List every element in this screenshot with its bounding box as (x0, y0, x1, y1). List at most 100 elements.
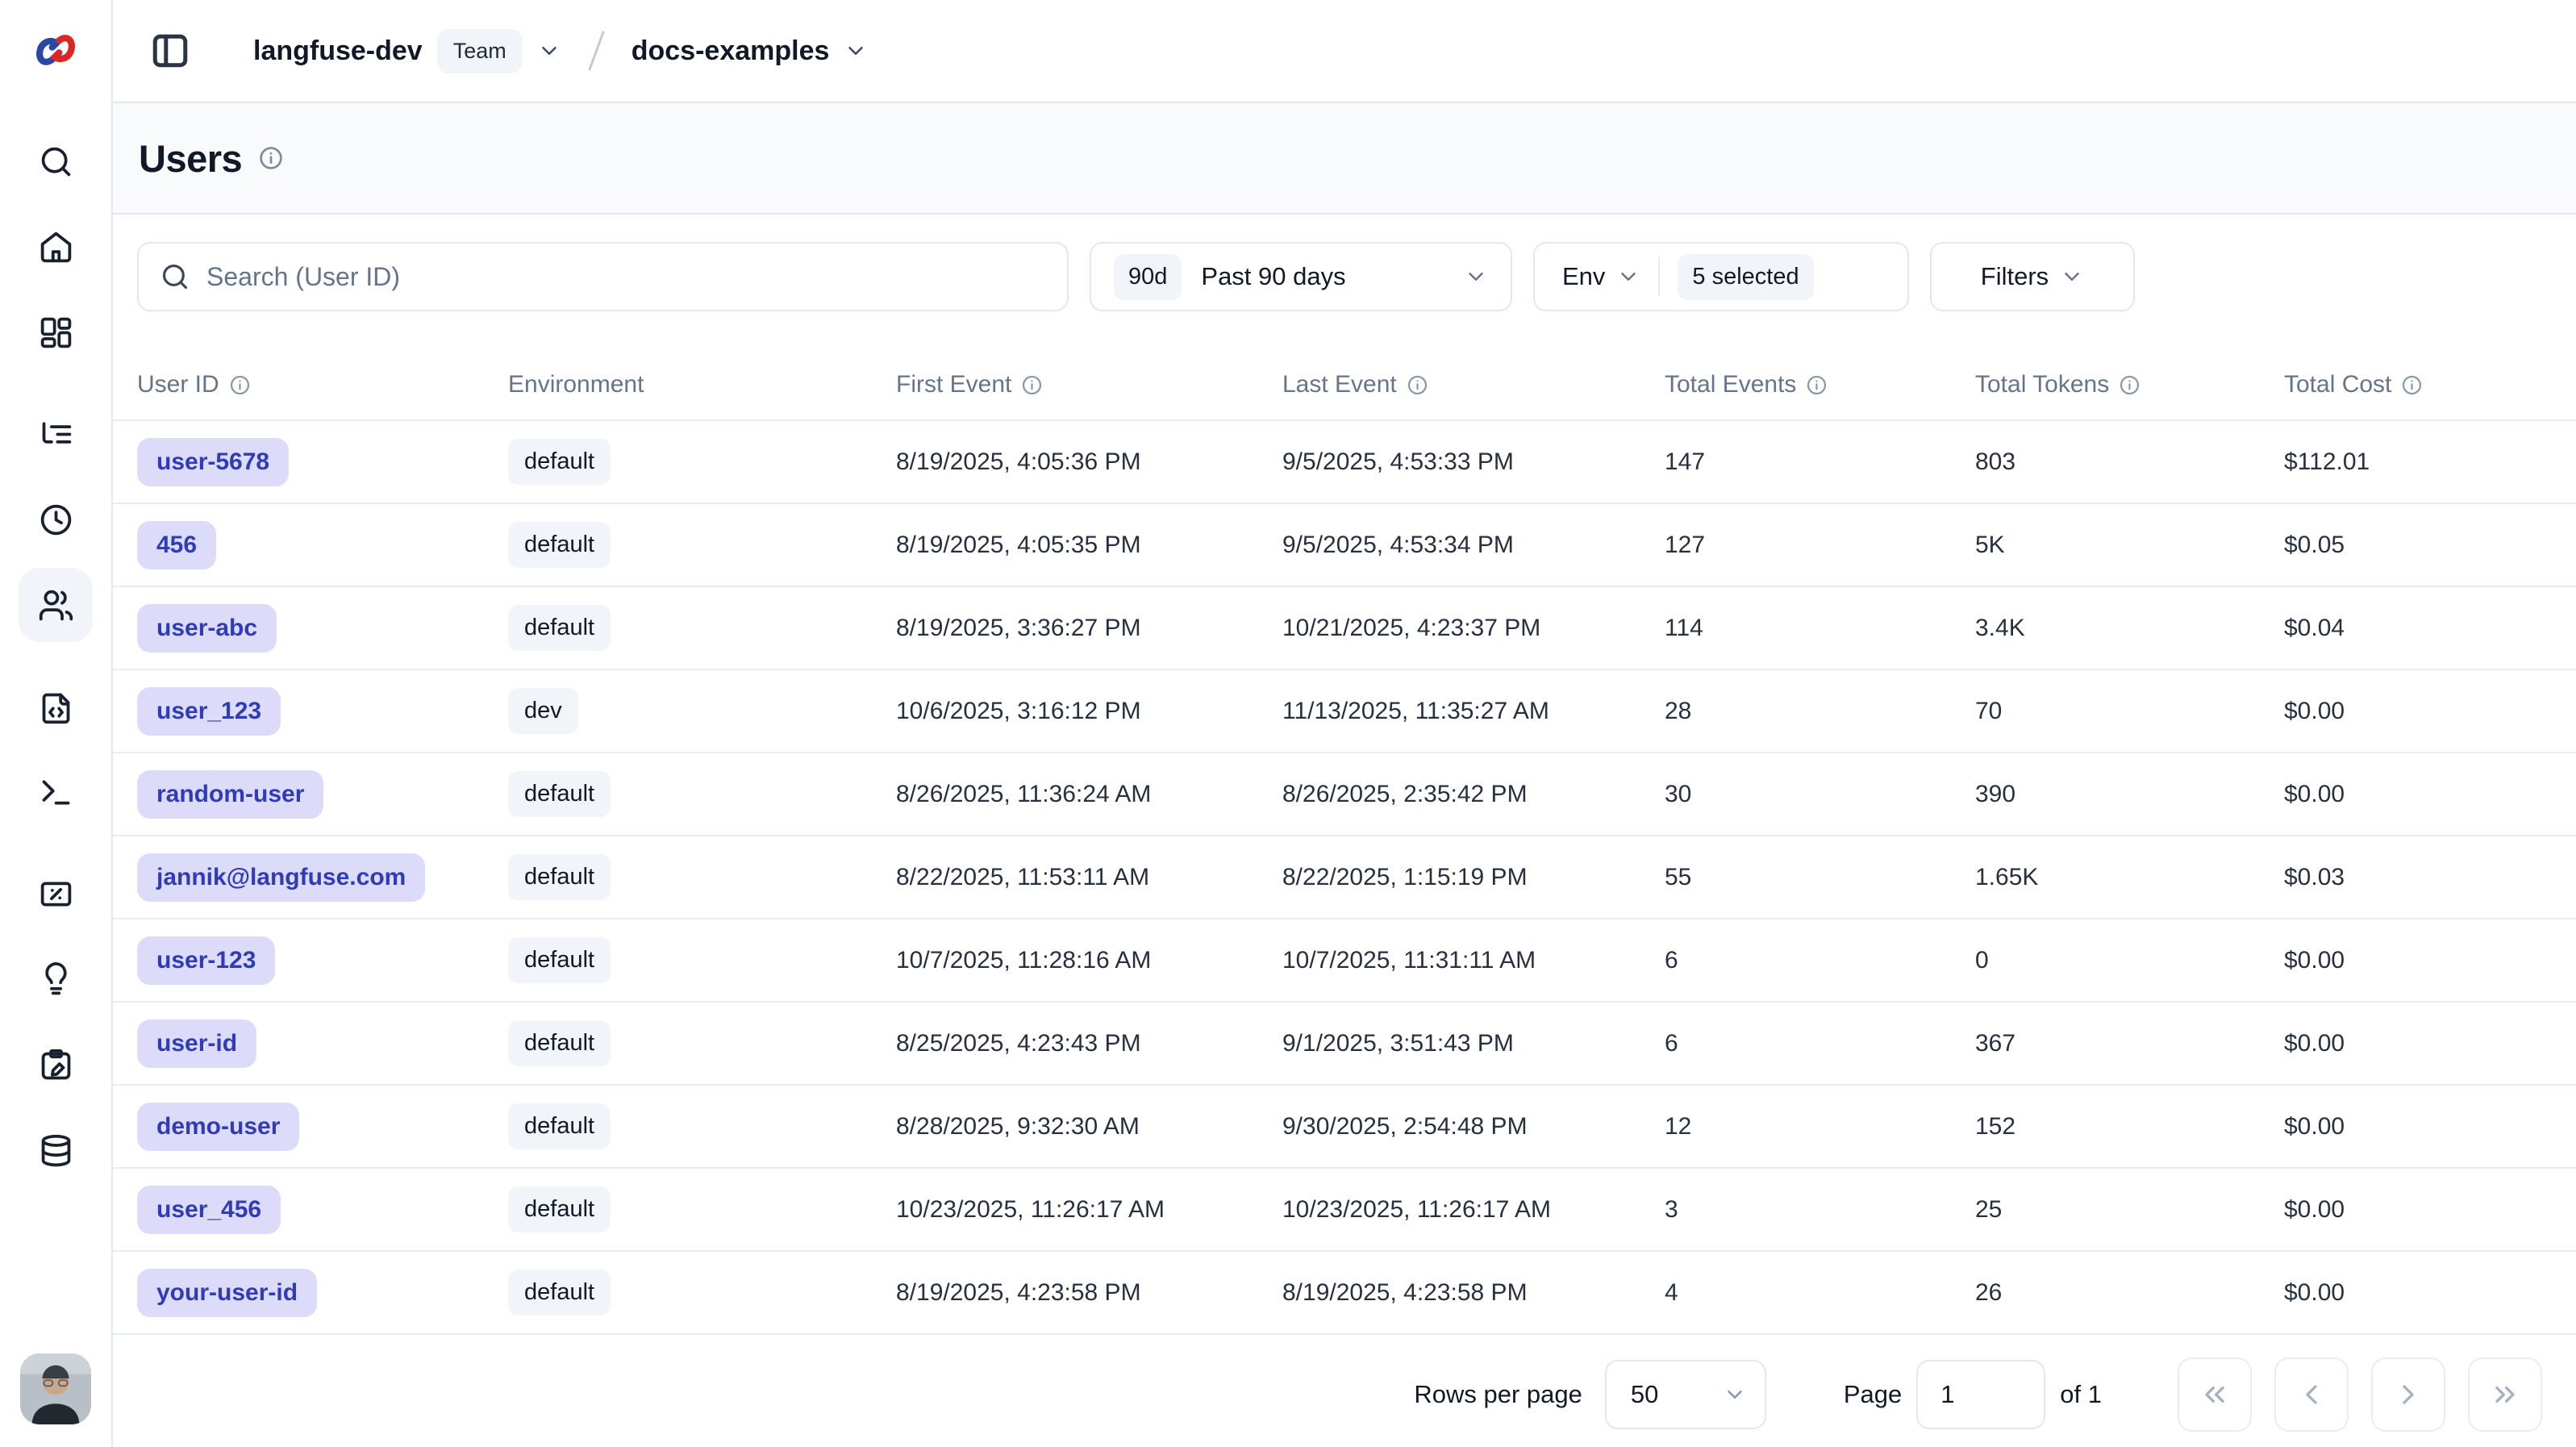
tracing-tree-icon (38, 416, 74, 452)
user-id-badge[interactable]: your-user-id (137, 1269, 317, 1317)
column-header-user-id[interactable]: User ID (137, 371, 508, 398)
table-row[interactable]: 456 default 8/19/2025, 4:05:35 PM 9/5/20… (113, 504, 2576, 587)
sidebar-nav-group-4 (19, 857, 93, 1187)
user-id-badge[interactable]: 456 (137, 521, 216, 569)
user-id-badge[interactable]: user_456 (137, 1186, 281, 1234)
previous-page-button[interactable] (2274, 1357, 2349, 1432)
chevron-down-icon[interactable] (537, 39, 561, 63)
rows-per-page-label: Rows per page (1414, 1380, 1582, 1409)
column-header-first-event[interactable]: First Event (896, 371, 1282, 398)
judge-lightbulb-icon (38, 961, 74, 998)
total-tokens-cell: 1.65K (1975, 864, 2284, 891)
sidebar-item-judge[interactable] (19, 942, 93, 1016)
user-id-badge[interactable]: jannik@langfuse.com (137, 853, 425, 902)
chevrons-left-icon (2199, 1378, 2231, 1411)
project-name[interactable]: docs-examples (631, 35, 830, 67)
info-icon (229, 374, 251, 396)
table-row[interactable]: user-abc default 8/19/2025, 3:36:27 PM 1… (113, 587, 2576, 670)
sidebar-toggle-button[interactable] (148, 29, 192, 73)
last-event-cell: 9/5/2025, 4:53:33 PM (1282, 448, 1665, 476)
table-row[interactable]: user-id default 8/25/2025, 4:23:43 PM 9/… (113, 1003, 2576, 1086)
column-header-total-cost[interactable]: Total Cost (2284, 371, 2552, 398)
users-icon (38, 587, 74, 623)
total-events-cell: 6 (1665, 1030, 1975, 1057)
total-cost-cell: $0.00 (2284, 1279, 2552, 1307)
sidebar-item-search[interactable] (19, 124, 93, 198)
page-label: Page (1844, 1380, 1902, 1409)
filters-label: Filters (1981, 262, 2049, 291)
sidebar-item-dashboards[interactable] (19, 295, 93, 369)
sessions-clock-icon (38, 502, 74, 538)
total-cost-cell: $0.00 (2284, 1113, 2552, 1141)
rows-per-page-select[interactable]: 50 (1605, 1360, 1766, 1429)
environment-badge: dev (508, 688, 578, 734)
user-id-badge[interactable]: user-id (137, 1020, 256, 1068)
pagination-bar: Rows per page 50 Page of 1 (113, 1342, 2576, 1447)
total-tokens-cell: 367 (1975, 1030, 2284, 1057)
sidebar-item-tracing[interactable] (19, 397, 93, 471)
rows-per-page-value: 50 (1631, 1380, 1658, 1409)
playground-terminal-icon (38, 774, 74, 811)
user-id-badge[interactable]: demo-user (137, 1103, 299, 1151)
total-events-cell: 127 (1665, 532, 1975, 559)
users-table: User ID Environment First Event Last Eve… (113, 311, 2576, 1342)
sidebar-item-scores[interactable] (19, 857, 93, 931)
sidebar-item-datasets[interactable] (19, 1113, 93, 1187)
table-row[interactable]: your-user-id default 8/19/2025, 4:23:58 … (113, 1252, 2576, 1335)
environment-badge: default (508, 1186, 611, 1232)
org-name[interactable]: langfuse-dev (253, 35, 423, 67)
sidebar-item-home[interactable] (19, 210, 93, 284)
langfuse-logo-icon (35, 29, 77, 71)
home-icon (38, 229, 74, 265)
user-id-badge[interactable]: user-5678 (137, 438, 289, 486)
sidebar-nav-group-3 (19, 669, 93, 829)
table-row[interactable]: demo-user default 8/28/2025, 9:32:30 AM … (113, 1086, 2576, 1169)
info-icon[interactable] (258, 145, 284, 171)
user-avatar[interactable] (20, 1353, 91, 1424)
sidebar-item-playground[interactable] (19, 755, 93, 829)
panel-left-icon (150, 31, 190, 71)
column-header-last-event[interactable]: Last Event (1282, 371, 1665, 398)
total-cost-cell: $0.03 (2284, 864, 2552, 891)
table-row[interactable]: user-123 default 10/7/2025, 11:28:16 AM … (113, 919, 2576, 1003)
content: 90d Past 90 days Env 5 selected Filters (113, 215, 2576, 1342)
total-tokens-cell: 25 (1975, 1196, 2284, 1224)
first-event-cell: 8/22/2025, 11:53:11 AM (896, 864, 1282, 891)
sidebar-item-users[interactable] (19, 568, 93, 642)
environment-filter-button[interactable]: Env 5 selected (1533, 242, 1909, 311)
first-event-cell: 8/19/2025, 4:05:35 PM (896, 532, 1282, 559)
table-row[interactable]: jannik@langfuse.com default 8/22/2025, 1… (113, 836, 2576, 919)
total-cost-cell: $0.00 (2284, 947, 2552, 974)
column-header-total-tokens[interactable]: Total Tokens (1975, 371, 2284, 398)
user-id-badge[interactable]: user_123 (137, 687, 281, 736)
chevron-down-icon[interactable] (844, 39, 868, 63)
user-id-badge[interactable]: random-user (137, 770, 323, 819)
next-page-button[interactable] (2371, 1357, 2445, 1432)
page-of-label: of 1 (2060, 1380, 2102, 1409)
sidebar-item-sessions[interactable] (19, 482, 93, 557)
total-tokens-cell: 70 (1975, 698, 2284, 725)
last-page-button[interactable] (2468, 1357, 2542, 1432)
total-events-cell: 30 (1665, 781, 1975, 808)
page-number-input[interactable] (1916, 1360, 2045, 1429)
user-id-badge[interactable]: user-123 (137, 936, 275, 985)
table-row[interactable]: user_456 default 10/23/2025, 11:26:17 AM… (113, 1169, 2576, 1252)
table-row[interactable]: random-user default 8/26/2025, 11:36:24 … (113, 753, 2576, 836)
dashboard-icon (38, 315, 74, 351)
first-page-button[interactable] (2178, 1357, 2252, 1432)
page-title: Users (139, 136, 242, 181)
column-header-environment[interactable]: Environment (508, 371, 896, 398)
filters-button[interactable]: Filters (1930, 242, 2135, 311)
page-group: Page of 1 (1844, 1360, 2102, 1429)
user-id-badge[interactable]: user-abc (137, 604, 277, 653)
date-range-button[interactable]: 90d Past 90 days (1090, 242, 1512, 311)
table-row[interactable]: user_123 dev 10/6/2025, 3:16:12 PM 11/13… (113, 670, 2576, 753)
sidebar-item-annotation[interactable] (19, 1028, 93, 1102)
table-row[interactable]: user-5678 default 8/19/2025, 4:05:36 PM … (113, 421, 2576, 504)
sidebar-item-prompts[interactable] (19, 669, 93, 744)
search-icon (38, 144, 74, 180)
column-header-total-events[interactable]: Total Events (1665, 371, 1975, 398)
table-header-row: User ID Environment First Event Last Eve… (113, 350, 2576, 421)
search-input[interactable] (206, 262, 1046, 292)
last-event-cell: 9/5/2025, 4:53:34 PM (1282, 532, 1665, 559)
